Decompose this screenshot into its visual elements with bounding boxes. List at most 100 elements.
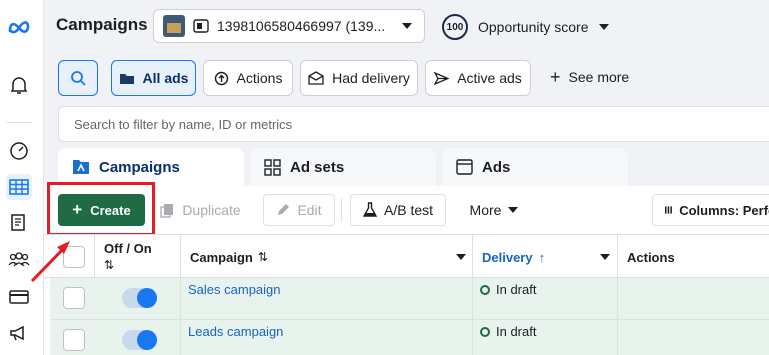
ad-sets-grid-icon — [264, 158, 281, 176]
column-divider — [617, 278, 618, 320]
columns-label: Columns: Perfo — [679, 202, 769, 218]
active-ads-filter-button[interactable]: Active ads — [425, 60, 531, 96]
view-filter-toolbar: All ads Actions Had delivery Active ads … — [44, 52, 769, 104]
chevron-down-icon — [508, 207, 519, 213]
table-row[interactable]: Sales campaign In draft — [50, 278, 769, 320]
campaign-toggle[interactable] — [122, 288, 157, 308]
search-filter-input[interactable]: Search to filter by name, ID or metrics — [58, 106, 769, 142]
had-delivery-filter-button[interactable]: Had delivery — [300, 60, 418, 96]
campaign-toggle[interactable] — [122, 330, 157, 350]
see-more-label: See more — [568, 69, 630, 85]
actions-filter-label: Actions — [236, 70, 283, 86]
column-divider — [94, 235, 95, 279]
column-divider — [180, 235, 181, 279]
tab-campaigns-label: Campaigns — [99, 158, 180, 176]
column-divider — [617, 320, 618, 355]
page-header: Campaigns 1398106580466997 (139... 100 O… — [44, 0, 769, 52]
column-divider — [180, 320, 181, 355]
campaign-folder-icon — [73, 160, 89, 174]
campaign-name-link[interactable]: Sales campaign — [188, 282, 281, 297]
billing-card-icon[interactable] — [6, 284, 32, 310]
all-ads-button[interactable]: All ads — [111, 60, 196, 96]
column-divider — [472, 235, 473, 279]
chevron-down-icon[interactable] — [600, 254, 610, 260]
duplicate-label: Duplicate — [182, 202, 241, 218]
search-icon — [71, 71, 86, 86]
see-more-button[interactable]: + See more — [550, 67, 630, 87]
active-ads-label: Active ads — [457, 70, 522, 86]
left-nav-rail — [0, 0, 44, 355]
sort-icon: ⇅ — [104, 258, 115, 272]
meta-logo-icon[interactable] — [6, 14, 32, 40]
search-filter-area: Search to filter by name, ID or metrics — [44, 104, 769, 148]
column-off-on-label: Off / On — [104, 241, 152, 256]
send-icon — [434, 71, 450, 85]
column-divider — [472, 278, 473, 320]
tab-ad-sets[interactable]: Ad sets — [250, 148, 436, 186]
ab-test-label: A/B test — [383, 202, 434, 218]
duplicate-button[interactable]: Duplicate — [153, 194, 248, 226]
delivery-status: In draft — [480, 324, 536, 339]
opportunity-score-label: Opportunity score — [478, 19, 589, 35]
ab-test-button[interactable]: A/B test — [350, 194, 446, 226]
page-title: Campaigns — [56, 15, 148, 34]
dashboard-gauge-icon[interactable] — [6, 138, 32, 164]
ad-account-selector[interactable]: 1398106580466997 (139... — [153, 9, 425, 43]
status-circle-icon — [480, 284, 490, 295]
chevron-down-icon — [402, 23, 412, 29]
plus-icon: + — [550, 67, 561, 87]
account-avatar — [163, 15, 185, 37]
column-actions-label: Actions — [627, 249, 675, 265]
column-campaign[interactable]: Campaign ⇅ — [190, 235, 470, 279]
more-button[interactable]: More — [458, 194, 530, 226]
megaphone-icon[interactable] — [6, 320, 32, 346]
create-highlight-box — [47, 182, 155, 236]
row-checkbox[interactable] — [63, 329, 85, 351]
tab-ads-label: Ads — [482, 158, 511, 176]
duplicate-icon — [160, 203, 174, 218]
level-tabs: Campaigns Ad sets Ads — [44, 148, 769, 186]
column-off-on[interactable]: Off / On ⇅ — [104, 235, 174, 279]
action-bar-divider — [341, 198, 342, 222]
edit-button[interactable]: Edit — [263, 194, 335, 226]
sort-ascending-icon: ↑ — [538, 249, 546, 265]
opportunity-score-selector[interactable]: 100 Opportunity score — [442, 14, 609, 40]
row-checkbox[interactable] — [63, 287, 85, 309]
column-divider — [472, 320, 473, 355]
columns-selector[interactable]: Columns: Perfo — [652, 194, 769, 226]
select-all-checkbox[interactable] — [63, 246, 85, 268]
notifications-bell-icon[interactable] — [6, 72, 32, 98]
search-button[interactable] — [58, 60, 98, 96]
tab-ad-sets-label: Ad sets — [290, 158, 345, 176]
column-delivery[interactable]: Delivery ↑ — [482, 235, 612, 279]
tab-ads[interactable]: Ads — [442, 148, 628, 186]
ads-manager-table-icon[interactable] — [6, 174, 32, 200]
flask-icon — [362, 202, 377, 217]
envelope-icon — [308, 71, 324, 85]
more-label: More — [469, 202, 502, 218]
search-placeholder: Search to filter by name, ID or metrics — [74, 116, 293, 132]
arrow-up-circle-icon — [214, 71, 228, 85]
tab-campaigns[interactable]: Campaigns — [58, 148, 244, 186]
account-label: 1398106580466997 (139... — [217, 18, 386, 34]
campaign-name-link[interactable]: Leads campaign — [188, 324, 283, 339]
account-card-icon — [193, 19, 209, 33]
audiences-people-icon[interactable] — [6, 247, 32, 273]
pencil-icon — [278, 204, 290, 215]
pages-icon[interactable] — [6, 210, 32, 236]
table-header: Off / On ⇅ Campaign ⇅ Delivery ↑ Actions — [44, 234, 769, 279]
status-circle-icon — [480, 326, 490, 337]
ads-window-icon — [456, 159, 473, 175]
chevron-down-icon — [598, 24, 609, 30]
chevron-down-icon[interactable] — [456, 254, 466, 260]
table-row[interactable]: Leads campaign In draft — [50, 320, 769, 355]
column-campaign-label: Campaign — [190, 249, 253, 265]
edit-label: Edit — [297, 202, 322, 218]
rail-divider — [6, 122, 32, 123]
delivery-status: In draft — [480, 282, 536, 297]
had-delivery-label: Had delivery — [332, 70, 410, 86]
column-actions[interactable]: Actions — [627, 235, 757, 279]
sort-icon: ⇅ — [257, 250, 268, 264]
folder-icon — [119, 73, 134, 84]
actions-filter-button[interactable]: Actions — [203, 60, 293, 96]
